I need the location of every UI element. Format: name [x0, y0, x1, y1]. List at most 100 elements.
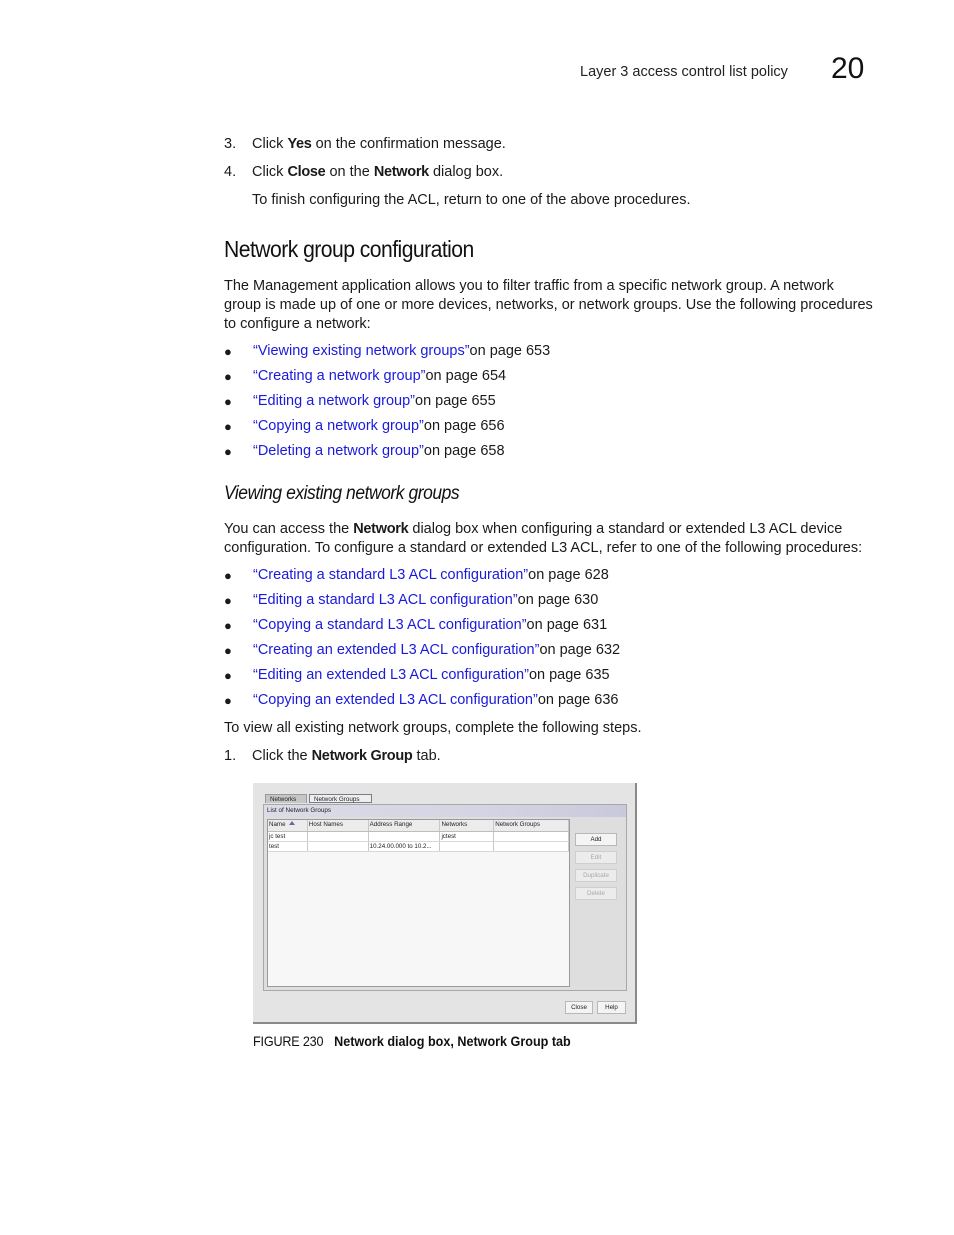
xref-link[interactable]: “Editing a standard L3 ACL configuration…: [253, 592, 518, 608]
xref-link[interactable]: “Creating a standard L3 ACL configuratio…: [253, 567, 528, 583]
bullet-icon: ●: [224, 394, 232, 409]
chapter-number: 20: [831, 52, 865, 85]
bullet-icon: ●: [224, 668, 232, 683]
step-3: 3. Click Yes on the confirmation message.: [224, 136, 506, 152]
ui-term-network-group: Network Group: [311, 748, 413, 764]
step-4: 4. Click Close on the Network dialog box.: [224, 164, 503, 180]
list-item: ● “Creating a standard L3 ACL configurati…: [224, 567, 620, 592]
bullet-icon: ●: [224, 643, 232, 658]
close-button[interactable]: Close: [565, 1001, 593, 1014]
xref-link[interactable]: “Viewing existing network groups”: [253, 343, 470, 359]
step-number: 1.: [224, 748, 237, 764]
column-label: Name: [269, 821, 286, 828]
cell-name: test: [268, 842, 308, 851]
column-header-name[interactable]: Name: [268, 820, 308, 831]
page-ref: on page 636: [537, 692, 619, 708]
xref-link[interactable]: “Creating a network group”: [253, 368, 425, 384]
add-button[interactable]: Add: [575, 833, 617, 846]
xref-link[interactable]: “Copying an extended L3 ACL configuratio…: [253, 692, 538, 708]
step-number: 3.: [224, 136, 237, 152]
ui-term-network: Network: [373, 164, 429, 180]
bullet-icon: ●: [224, 369, 232, 384]
steps-intro: To view all existing network groups, com…: [224, 720, 642, 736]
ui-term-yes: Yes: [287, 136, 312, 152]
page-ref: on page 658: [423, 443, 505, 459]
subsection-heading: Viewing existing network groups: [224, 483, 460, 504]
xref-link[interactable]: “Editing an extended L3 ACL configuratio…: [253, 667, 529, 683]
intro-note: To finish configuring the ACL, return to…: [252, 192, 691, 208]
help-button[interactable]: Help: [597, 1001, 626, 1014]
network-groups-table: Name Host Names Address Range Networks N…: [267, 819, 570, 987]
section-link-list: ● “Viewing existing network groups” on pa…: [224, 343, 550, 468]
edit-button[interactable]: Edit: [575, 851, 617, 864]
list-item: ● “Editing a network group” on page 655: [224, 393, 550, 418]
list-item: ● “Viewing existing network groups” on pa…: [224, 343, 550, 368]
xref-link[interactable]: “Copying a standard L3 ACL configuration…: [253, 617, 527, 633]
table-row[interactable]: jc test jctest: [268, 832, 570, 842]
page-ref: on page 656: [423, 418, 505, 434]
page-ref: on page 631: [526, 617, 608, 633]
list-item: ● “Editing a standard L3 ACL configuratio…: [224, 592, 620, 617]
column-header-address-range[interactable]: Address Range: [369, 820, 441, 831]
column-header-host-names[interactable]: Host Names: [308, 820, 369, 831]
list-item: ● “Creating an extended L3 ACL configurat…: [224, 642, 620, 667]
page-ref: on page 653: [469, 343, 551, 359]
xref-link[interactable]: “Copying a network group”: [253, 418, 424, 434]
list-item: ● “Copying a network group” on page 656: [224, 418, 550, 443]
panel-title: List of Network Groups: [264, 805, 626, 817]
procedure-link-list: ● “Creating a standard L3 ACL configurati…: [224, 567, 620, 717]
column-header-networks[interactable]: Networks: [440, 820, 495, 831]
cell-networks: jctest: [440, 832, 495, 841]
table-row[interactable]: test 10.24.00.000 to 10.2...: [268, 842, 570, 852]
delete-button[interactable]: Delete: [575, 887, 617, 900]
cell-address-range: [369, 832, 441, 841]
xref-link[interactable]: “Editing a network group”: [253, 393, 415, 409]
list-item: ● “Creating a network group” on page 654: [224, 368, 550, 393]
page-ref: on page 630: [517, 592, 599, 608]
page-ref: on page 654: [425, 368, 507, 384]
step-text: Click: [252, 136, 288, 152]
step-text: on the confirmation message.: [311, 136, 506, 152]
tab-network-groups[interactable]: Network Groups: [309, 794, 372, 803]
cell-networks: [440, 842, 495, 851]
figure-caption: FIGURE 230 Network dialog box, Network Gr…: [253, 1033, 571, 1049]
section-heading: Network group configuration: [224, 236, 474, 262]
cell-host-names: [308, 842, 369, 851]
page-ref: on page 628: [528, 567, 609, 583]
cell-network-groups: [494, 842, 570, 851]
subsection-paragraph: You can access the Network dialog box wh…: [224, 520, 874, 558]
list-item: ● “Editing an extended L3 ACL configurati…: [224, 667, 620, 692]
bullet-icon: ●: [224, 419, 232, 434]
duplicate-button[interactable]: Duplicate: [575, 869, 617, 882]
step-1: 1. Click the Network Group tab.: [224, 748, 441, 764]
network-groups-panel: List of Network Groups Name Host Names A…: [263, 804, 627, 991]
table-header: Name Host Names Address Range Networks N…: [268, 820, 570, 832]
cell-name: jc test: [268, 832, 308, 841]
step-text: dialog box.: [428, 164, 504, 180]
page-ref: on page 632: [539, 642, 621, 658]
ui-term-close: Close: [287, 164, 326, 180]
paragraph-text: You can access the: [224, 521, 354, 537]
bullet-icon: ●: [224, 618, 232, 633]
bullet-icon: ●: [224, 593, 232, 608]
step-number: 4.: [224, 164, 237, 180]
xref-link[interactable]: “Deleting a network group”: [253, 443, 424, 459]
step-text: on the: [325, 164, 374, 180]
step-text: Click: [252, 164, 288, 180]
cell-host-names: [308, 832, 369, 841]
sort-ascending-icon: [288, 821, 295, 825]
page-ref: on page 655: [415, 393, 496, 409]
column-header-network-groups[interactable]: Network Groups: [494, 820, 570, 831]
xref-link[interactable]: “Creating an extended L3 ACL configurati…: [253, 642, 539, 658]
bullet-icon: ●: [224, 693, 232, 708]
figure-number: FIGURE 230: [253, 1033, 324, 1049]
bullet-icon: ●: [224, 568, 232, 583]
page-ref: on page 635: [528, 667, 610, 683]
bullet-icon: ●: [224, 444, 232, 459]
cell-network-groups: [494, 832, 570, 841]
list-item: ● “Deleting a network group” on page 658: [224, 443, 550, 468]
step-text: tab.: [412, 748, 441, 764]
cell-address-range: 10.24.00.000 to 10.2...: [369, 842, 441, 851]
tab-networks[interactable]: Networks: [265, 794, 307, 803]
network-dialog-screenshot: Networks Network Groups List of Network …: [253, 783, 637, 1024]
